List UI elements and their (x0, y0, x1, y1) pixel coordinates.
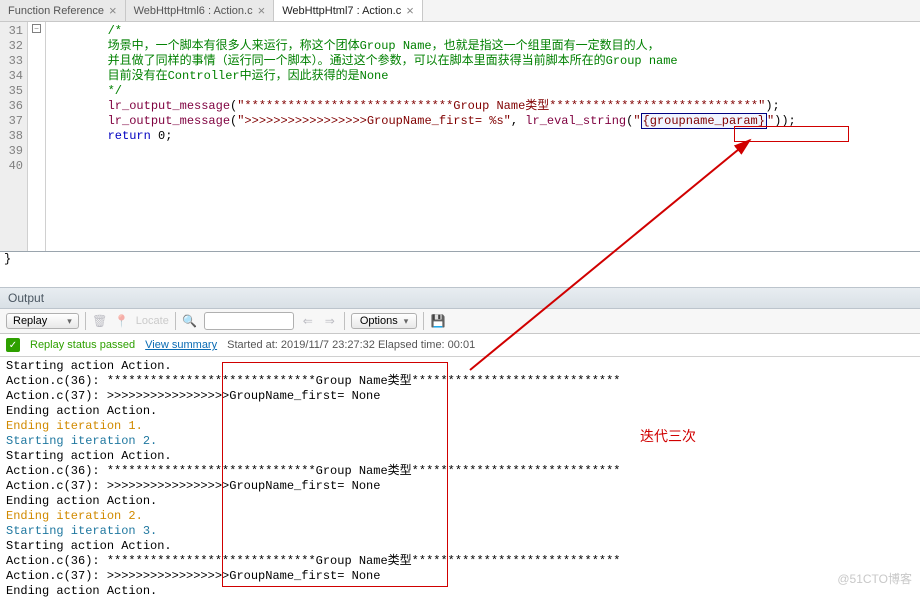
log-line: Starting iteration 3. (6, 524, 914, 539)
indent (50, 39, 108, 53)
comment: 目前没有在Controller中运行，因此获得的是None (108, 69, 389, 83)
log-line: Ending action Action. (6, 584, 914, 599)
close-icon[interactable]: × (258, 3, 266, 18)
replay-combo[interactable]: Replay ▾ (6, 313, 79, 329)
comment: 场景中，一个脚本有很多人来运行，称这个团体Group Name，也就是指这一个组… (108, 39, 660, 53)
line-gutter: 31 32 33 34 35 36 37 38 39 40 (0, 22, 28, 251)
string: " (767, 114, 774, 128)
string: " (633, 114, 640, 128)
code-area[interactable]: /* 场景中，一个脚本有很多人来运行，称这个团体Group Name，也就是指这… (46, 22, 920, 251)
code-close-brace: } (0, 252, 920, 267)
tab-label: WebHttpHtml6 : Action.c (134, 5, 253, 17)
status-passed: Replay status passed (30, 339, 135, 351)
status-meta: Started at: 2019/11/7 23:27:32 Elapsed t… (227, 339, 475, 351)
options-label: Options (360, 315, 398, 327)
tab[interactable]: WebHttpHtml6 : Action.c × (126, 0, 275, 21)
separator (175, 312, 176, 330)
tab[interactable]: Function Reference × (0, 0, 126, 21)
tab-label: Function Reference (8, 5, 104, 17)
log-line: Ending iteration 2. (6, 509, 914, 524)
save-icon[interactable]: 💾 (430, 313, 446, 329)
log-line: Ending action Action. (6, 404, 914, 419)
next-result-icon[interactable]: ⇒ (322, 313, 338, 329)
literal: 0; (151, 129, 173, 143)
keyword: return (108, 129, 151, 143)
locate-label: Locate (136, 315, 169, 327)
log-line: Action.c(37): >>>>>>>>>>>>>>>>>GroupName… (6, 479, 914, 494)
chevron-down-icon: ▾ (404, 316, 409, 327)
code-editor: 31 32 33 34 35 36 37 38 39 40 − /* 场景中，一… (0, 22, 920, 252)
indent (50, 99, 108, 113)
prev-result-icon[interactable]: ⇐ (300, 313, 316, 329)
log-line: Action.c(36): **************************… (6, 554, 914, 569)
indent (50, 24, 108, 38)
fn-call: lr_output_message (108, 114, 230, 128)
close-icon[interactable]: × (109, 3, 117, 18)
indent (50, 69, 108, 83)
output-panel-title: Output (0, 287, 920, 309)
indent (50, 54, 108, 68)
fn-call: lr_output_message (108, 99, 230, 113)
indent (50, 114, 108, 128)
delete-icon[interactable]: 🗑 (92, 313, 108, 329)
log-line: Action.c(36): **************************… (6, 464, 914, 479)
fold-gutter: − (28, 22, 46, 251)
view-summary-link[interactable]: View summary (145, 339, 217, 351)
log-line: Action.c(37): >>>>>>>>>>>>>>>>>GroupName… (6, 389, 914, 404)
log-line: Starting action Action. (6, 449, 914, 464)
chevron-down-icon: ▾ (67, 316, 72, 327)
fn-call: lr_eval_string (525, 114, 626, 128)
options-button[interactable]: Options ▾ (351, 313, 417, 329)
log-line: Starting action Action. (6, 359, 914, 374)
separator (85, 312, 86, 330)
log-line: Ending action Action. (6, 494, 914, 509)
indent (50, 129, 108, 143)
string: "*****************************Group Name… (237, 99, 765, 113)
output-log[interactable]: Starting action Action.Action.c(36): ***… (0, 357, 920, 601)
log-line: Starting iteration 2. (6, 434, 914, 449)
comment: /* (108, 24, 122, 38)
comment: 并且做了同样的事情（运行同一个脚本）。通过这个参数，可以在脚本里面获得当前脚本所… (108, 54, 678, 68)
replay-label: Replay (13, 315, 47, 327)
tab-bar: Function Reference×WebHttpHtml6 : Action… (0, 0, 920, 22)
close-icon[interactable]: × (406, 3, 414, 18)
comment: */ (108, 84, 122, 98)
log-line: Starting action Action. (6, 539, 914, 554)
search-input[interactable] (204, 312, 294, 330)
indent (50, 84, 108, 98)
log-line: Ending iteration 1. (6, 419, 914, 434)
output-toolbar: Replay ▾ 🗑 📍 Locate 🔍 ⇐ ⇒ Options ▾ 💾 (0, 309, 920, 334)
tab-label: WebHttpHtml7 : Action.c (282, 5, 401, 17)
tab[interactable]: WebHttpHtml7 : Action.c × (274, 0, 423, 21)
replay-status-bar: ✓ Replay status passed View summary Star… (0, 334, 920, 357)
param-highlight: {groupname_param} (641, 113, 767, 129)
check-icon: ✓ (6, 338, 20, 352)
separator (344, 312, 345, 330)
log-line: Action.c(37): >>>>>>>>>>>>>>>>>GroupName… (6, 569, 914, 584)
watermark: @51CTO博客 (837, 570, 912, 587)
search-icon[interactable]: 🔍 (182, 313, 198, 329)
log-line: Action.c(36): **************************… (6, 374, 914, 389)
fold-toggle-icon[interactable]: − (32, 24, 41, 33)
string: ">>>>>>>>>>>>>>>>>GroupName_first= %s" (237, 114, 511, 128)
locate-icon[interactable]: 📍 (114, 313, 130, 329)
separator (423, 312, 424, 330)
